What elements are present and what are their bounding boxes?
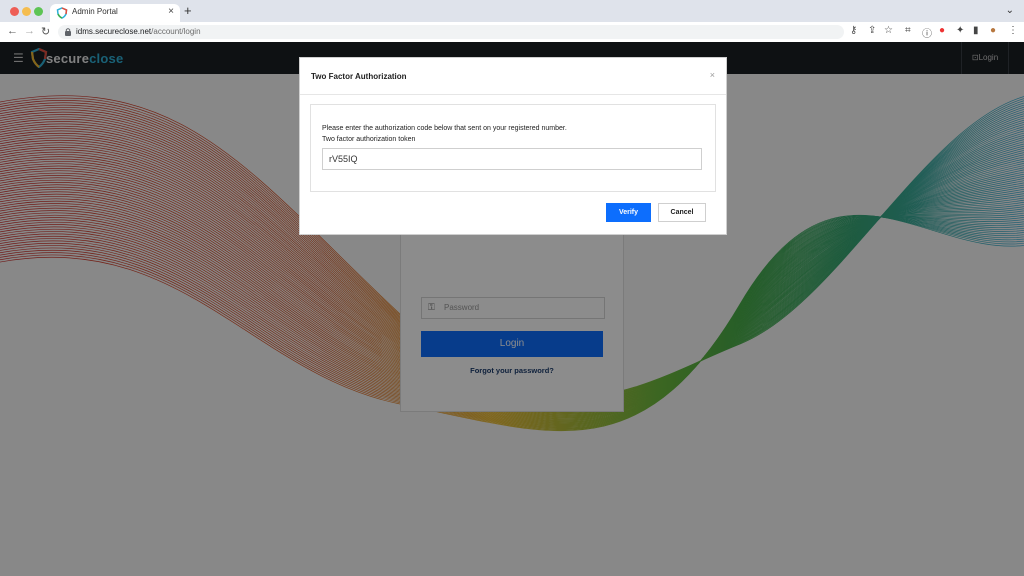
share-icon[interactable]: ⇪	[868, 25, 876, 36]
url-path: /account/login	[151, 27, 201, 36]
window-zoom-dot[interactable]	[34, 7, 43, 16]
url-omnibox[interactable]: idms.secureclose.net/account/login	[58, 25, 844, 39]
browser-menu-kebab-icon[interactable]: ⋮	[1008, 25, 1018, 36]
profile-avatar-icon[interactable]: ●	[990, 25, 996, 36]
token-field-label: Two factor authorization token	[322, 136, 416, 143]
modal-instruction-text: Please enter the authorization code belo…	[322, 125, 567, 132]
back-arrow-icon[interactable]: ←	[7, 25, 18, 37]
lock-icon	[65, 28, 71, 36]
window-close-dot[interactable]	[10, 7, 19, 16]
modal-header-divider	[300, 94, 726, 95]
window-minimize-dot[interactable]	[22, 7, 31, 16]
bookmark-star-icon[interactable]: ☆	[884, 25, 893, 36]
screen-capture-icon[interactable]: ⌗	[905, 25, 911, 36]
tab-search-chevron-icon[interactable]: ⌄	[1006, 5, 1014, 16]
modal-close-icon[interactable]: ×	[710, 70, 715, 80]
tab-title: Admin Portal	[72, 7, 118, 16]
url-host: idms.secureclose.net	[76, 27, 152, 36]
cancel-button[interactable]: Cancel	[658, 203, 706, 222]
forward-arrow-icon[interactable]: →	[24, 25, 35, 37]
modal-body-panel: Please enter the authorization code belo…	[310, 104, 716, 192]
browser-tab-bar: Admin Portal × + ⌄	[0, 0, 1024, 22]
new-tab-icon[interactable]: +	[184, 3, 192, 18]
key-icon[interactable]: ⚷	[850, 25, 857, 36]
tab-close-icon[interactable]: ×	[168, 6, 174, 17]
shield-favicon-icon	[56, 7, 68, 19]
modal-title: Two Factor Authorization	[311, 72, 407, 81]
two-factor-modal: Two Factor Authorization × Please enter …	[299, 57, 727, 235]
side-panel-icon[interactable]: ▮	[973, 25, 979, 36]
url-text: idms.secureclose.net/account/login	[76, 27, 201, 36]
verify-button[interactable]: Verify	[606, 203, 651, 222]
browser-address-bar: ← → ↻ idms.secureclose.net/account/login…	[0, 22, 1024, 43]
token-input[interactable]	[322, 148, 702, 170]
reload-icon[interactable]: ↻	[41, 25, 50, 38]
browser-tab-admin-portal[interactable]: Admin Portal ×	[50, 4, 180, 22]
info-icon[interactable]: ⓘ	[922, 25, 932, 40]
extensions-puzzle-icon[interactable]: ✦	[956, 25, 964, 36]
opera-extension-icon[interactable]: ●	[939, 25, 945, 36]
